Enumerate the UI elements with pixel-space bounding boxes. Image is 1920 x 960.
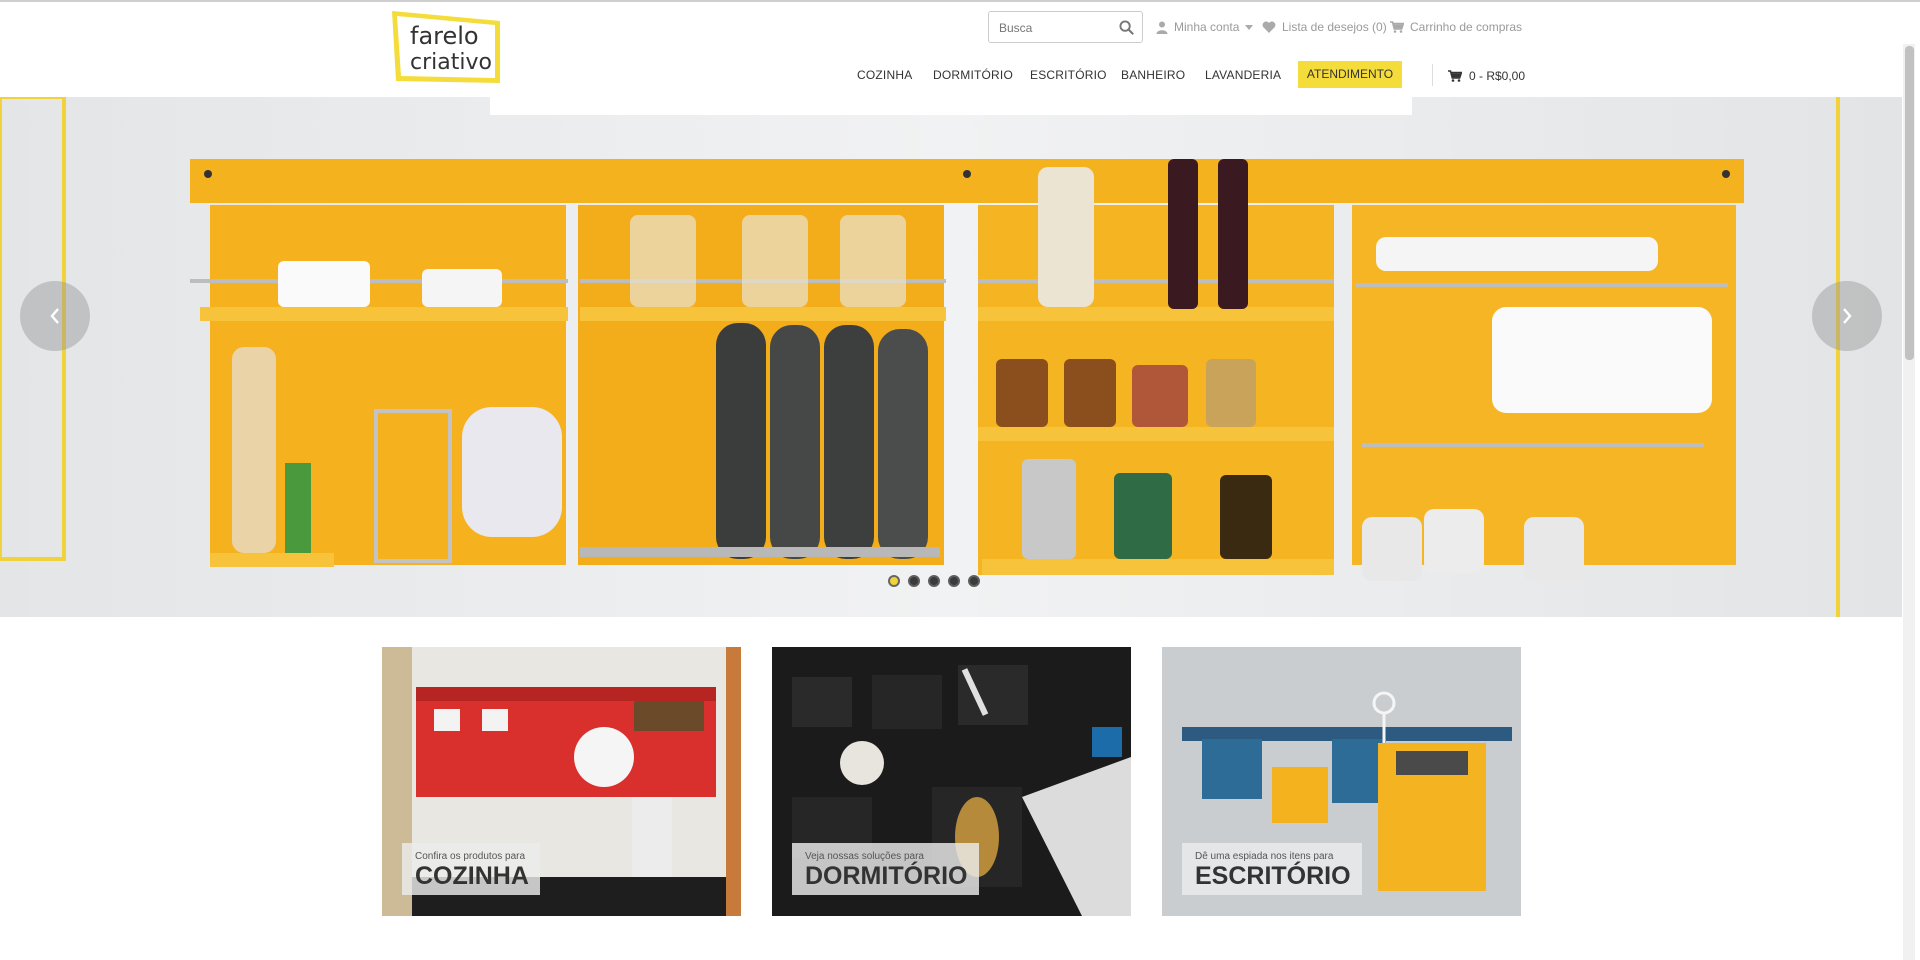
cart-icon	[1390, 21, 1404, 33]
category-title: ESCRITÓRIO	[1195, 862, 1351, 890]
cart-link[interactable]: Carrinho de compras	[1390, 20, 1522, 34]
svg-text:farelo: farelo	[410, 22, 479, 50]
chevron-right-icon	[1843, 308, 1852, 324]
category-subtitle: Veja nossas soluções para	[805, 851, 924, 862]
search-input[interactable]	[999, 19, 1109, 37]
atendimento-button[interactable]: ATENDIMENTO	[1298, 61, 1402, 88]
category-card-escritorio[interactable]: Dê uma espiada nos itens para ESCRITÓRIO	[1162, 647, 1521, 916]
nav-cozinha[interactable]: COZINHA	[857, 68, 912, 82]
slider-next-button[interactable]	[1812, 281, 1882, 351]
wishlist-link[interactable]: Lista de desejos (0)	[1262, 20, 1387, 34]
caret-down-icon	[1245, 24, 1254, 30]
browser-top-border	[0, 0, 1920, 2]
search-box	[988, 11, 1143, 43]
nav-divider	[1432, 64, 1433, 86]
logo[interactable]: farelo criativo	[392, 11, 500, 83]
nav-banheiro[interactable]: BANHEIRO	[1121, 68, 1185, 82]
cart-total-label: 0 - R$0,00	[1469, 69, 1526, 83]
slider-dot[interactable]	[948, 575, 960, 587]
hero-slider	[0, 97, 1902, 617]
nav-escritorio[interactable]: ESCRITÓRIO	[1030, 68, 1107, 82]
nav-lavanderia[interactable]: LAVANDERIA	[1205, 68, 1281, 82]
slider-prev-button[interactable]	[20, 281, 90, 351]
slider-dot[interactable]	[888, 575, 900, 587]
nav-dormitorio[interactable]: DORMITÓRIO	[933, 68, 1013, 82]
account-menu[interactable]: Minha conta	[1156, 20, 1254, 34]
category-label: Dê uma espiada nos itens para ESCRITÓRIO	[1182, 843, 1362, 895]
chevron-left-icon	[50, 308, 59, 324]
slider-dot[interactable]	[968, 575, 980, 587]
category-subtitle: Dê uma espiada nos itens para	[1195, 851, 1334, 862]
slider-dot[interactable]	[928, 575, 940, 587]
category-title: COZINHA	[415, 862, 529, 890]
logo-mark: farelo criativo	[392, 11, 500, 83]
banner-top-strip	[490, 97, 1412, 115]
hero-image	[0, 97, 1902, 617]
slider-dot[interactable]	[908, 575, 920, 587]
category-subtitle: Confira os produtos para	[415, 851, 526, 862]
category-label: Confira os produtos para COZINHA	[402, 843, 540, 895]
page-scrollbar-thumb[interactable]	[1905, 46, 1914, 360]
category-title: DORMITÓRIO	[805, 862, 968, 890]
svg-text:criativo: criativo	[410, 50, 492, 75]
category-label: Veja nossas soluções para DORMITÓRIO	[792, 843, 979, 895]
account-label: Minha conta	[1174, 20, 1240, 34]
slider-pagination	[888, 575, 980, 587]
category-card-cozinha[interactable]: Confira os produtos para COZINHA	[382, 647, 741, 916]
cart-label: Carrinho de compras	[1410, 20, 1523, 34]
heart-icon	[1262, 21, 1276, 33]
user-icon	[1156, 21, 1168, 34]
category-card-dormitorio[interactable]: Veja nossas soluções para DORMITÓRIO	[772, 647, 1131, 916]
wishlist-label: Lista de desejos (0)	[1282, 20, 1387, 34]
search-icon[interactable]	[1119, 20, 1134, 35]
cart-total[interactable]: 0 - R$0,00	[1448, 69, 1525, 83]
cart-icon	[1448, 70, 1462, 82]
